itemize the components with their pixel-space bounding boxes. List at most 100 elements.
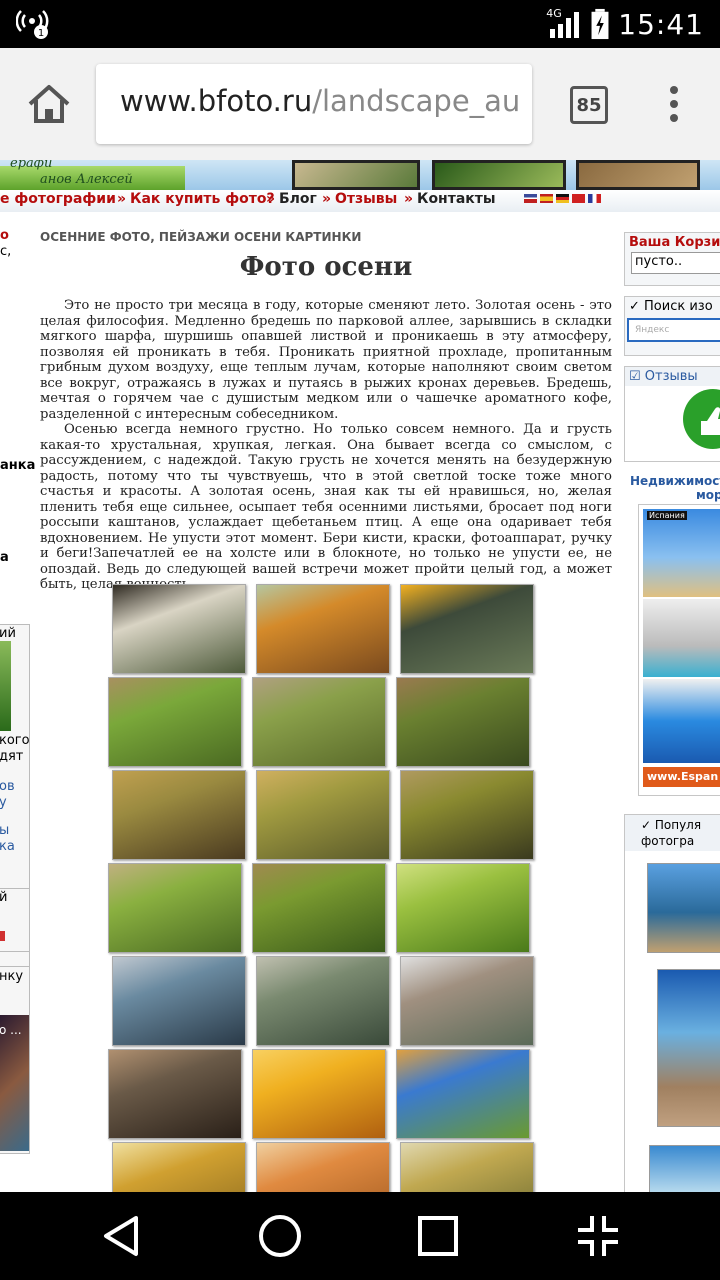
page-title: Фото осени: [239, 252, 413, 282]
gallery-photo-forest-road[interactable]: [108, 677, 242, 767]
menu-item-blog[interactable]: Блог: [279, 191, 317, 207]
gallery-photo-grass-dew[interactable]: [396, 863, 530, 953]
left-fragment[interactable]: ка: [0, 839, 15, 854]
gallery-photo-autumn-grove[interactable]: [112, 770, 246, 860]
left-sidebar: о с, анка а ий кого дят ов у ы ка й нку …: [0, 220, 35, 1192]
gallery-photo-forest-stairs[interactable]: [252, 677, 386, 767]
thumbs-up-icon[interactable]: [677, 387, 720, 451]
flag-cn-icon[interactable]: [572, 194, 585, 203]
popular-photo[interactable]: [657, 969, 720, 1127]
site-banner: ерафи анов Алексей: [0, 160, 720, 190]
url-bar[interactable]: www.bfoto.ru/landscape_au: [96, 64, 532, 144]
gallery-photo-wooden-steps[interactable]: [400, 770, 534, 860]
gallery-photo-bench-autumn[interactable]: [256, 584, 390, 674]
banner-thumb[interactable]: [432, 160, 566, 190]
left-fragment: ий: [0, 626, 16, 641]
gallery-photo-birch-gold[interactable]: [112, 1142, 246, 1192]
popular-title-line: фотогра: [641, 834, 695, 848]
battery-charging-icon: [591, 8, 609, 40]
ad-image-pool: [643, 679, 720, 763]
realty-ad[interactable]: Испания www.Espan: [638, 504, 720, 796]
menu-item-how-to-buy[interactable]: Как купить фото?: [130, 191, 275, 207]
gallery-photo-stairs-woods[interactable]: [256, 770, 390, 860]
url-text: www.bfoto.ru/landscape_au: [120, 84, 520, 118]
left-fragment[interactable]: а: [0, 550, 9, 565]
url-host: www.bfoto.ru: [120, 84, 313, 118]
flag-fr-icon[interactable]: [588, 194, 601, 203]
gallery-photo-forest-path[interactable]: [396, 677, 530, 767]
search-title: ✓ Поиск изо: [629, 299, 713, 314]
tab-switcher-button[interactable]: 85: [570, 86, 608, 124]
menu-arrow: »: [322, 191, 332, 207]
flag-es-icon[interactable]: [540, 194, 553, 203]
collapse-icon[interactable]: [574, 1212, 622, 1260]
left-fragment: нку: [0, 969, 24, 984]
page-category: ОСЕННИЕ ФОТО, ПЕЙЗАЖИ ОСЕНИ КАРТИНКИ: [40, 230, 362, 244]
banner-signature: ерафи: [10, 160, 53, 171]
ad-image-palms: Испания: [643, 509, 720, 597]
language-flags: [524, 194, 601, 203]
gallery-photo-cliff-river[interactable]: [400, 956, 534, 1046]
main-content: ОСЕННИЕ ФОТО, ПЕЙЗАЖИ ОСЕНИ КАРТИНКИ Фот…: [40, 230, 612, 593]
menu-arrow: »: [266, 191, 276, 207]
home-circle-icon[interactable]: [256, 1212, 304, 1260]
gallery-photo-park-sky[interactable]: [396, 1049, 530, 1139]
left-fragment[interactable]: о: [0, 228, 9, 243]
banner-thumb[interactable]: [292, 160, 420, 190]
reviews-title[interactable]: ☑ Отзывы: [625, 367, 720, 386]
banner-thumb[interactable]: [576, 160, 700, 190]
flag-de-icon[interactable]: [556, 194, 569, 203]
gallery-photo-maple-leaf[interactable]: [400, 584, 534, 674]
left-fragment[interactable]: ов: [0, 779, 15, 794]
cart-title[interactable]: Ваша Корзи: [625, 233, 720, 252]
gallery-photo-birch-path[interactable]: [112, 584, 246, 674]
gallery-photo-tall-trees[interactable]: [252, 863, 386, 953]
menu-item-reviews[interactable]: Отзывы: [335, 191, 397, 207]
menu-item-photos[interactable]: е фотографии: [0, 191, 116, 207]
gallery-photo-birch-forest[interactable]: [400, 1142, 534, 1192]
back-icon[interactable]: [98, 1212, 146, 1260]
gallery-photo-green-alley[interactable]: [108, 863, 242, 953]
realty-title-line: Недвижимость: [630, 474, 720, 488]
left-widget-image[interactable]: [0, 641, 11, 731]
left-fragment[interactable]: ы: [0, 823, 9, 838]
realty-badge: Испания: [647, 511, 687, 520]
left-widget-image[interactable]: о ...: [0, 1015, 29, 1151]
search-input[interactable]: Яндекс: [627, 318, 720, 342]
overflow-menu-icon[interactable]: [664, 86, 684, 126]
hotspot-icon: 1: [16, 10, 49, 39]
left-fragment[interactable]: у: [0, 795, 7, 810]
gallery-photo-river-branch[interactable]: [112, 956, 246, 1046]
gallery-photo-orange-grove[interactable]: [256, 1142, 390, 1192]
left-fragment: дят: [0, 749, 24, 764]
flag-us-icon[interactable]: [524, 194, 537, 203]
recents-icon[interactable]: [414, 1212, 462, 1260]
popular-photo[interactable]: [649, 1145, 720, 1192]
status-bar: 1 4G 15:41: [0, 0, 720, 48]
menu-arrow: »: [404, 191, 414, 207]
realty-title[interactable]: Недвижимость мор: [630, 474, 720, 502]
web-page[interactable]: ерафи анов Алексей е фотографии » Как ку…: [0, 160, 720, 1192]
search-widget: ✓ Поиск изо Яндекс: [624, 296, 720, 356]
realty-site: www.Espan: [643, 767, 720, 787]
gallery-photo-golden-leaves[interactable]: [252, 1049, 386, 1139]
banner-signature-2: анов Алексей: [40, 172, 133, 187]
browser-toolbar: www.bfoto.ru/landscape_au 85: [0, 48, 720, 161]
left-fragment[interactable]: анка: [0, 458, 35, 473]
gallery-photo-mushrooms[interactable]: [108, 1049, 242, 1139]
cart-value: пусто..: [631, 252, 720, 274]
reviews-widget: ☑ Отзывы: [624, 366, 720, 462]
gallery-photo-river-valley[interactable]: [256, 956, 390, 1046]
popular-photos-widget: ✓ Популя фотогра: [624, 814, 720, 1192]
system-nav-bar: [0, 1192, 720, 1280]
left-fragment: й: [0, 890, 8, 905]
cell-signal-icon: 4G: [546, 7, 582, 39]
popular-photo[interactable]: [647, 863, 720, 953]
paragraph: Осенью всегда немного грустно. Но только…: [40, 422, 612, 592]
left-widget-icon: [0, 931, 5, 941]
url-path: /landscape_au: [312, 84, 521, 118]
menu-item-contacts[interactable]: Контакты: [417, 191, 496, 207]
left-fragment: кого: [0, 733, 30, 748]
home-icon[interactable]: [24, 82, 74, 126]
article-text: Это не просто три месяца в году, которые…: [40, 298, 612, 593]
